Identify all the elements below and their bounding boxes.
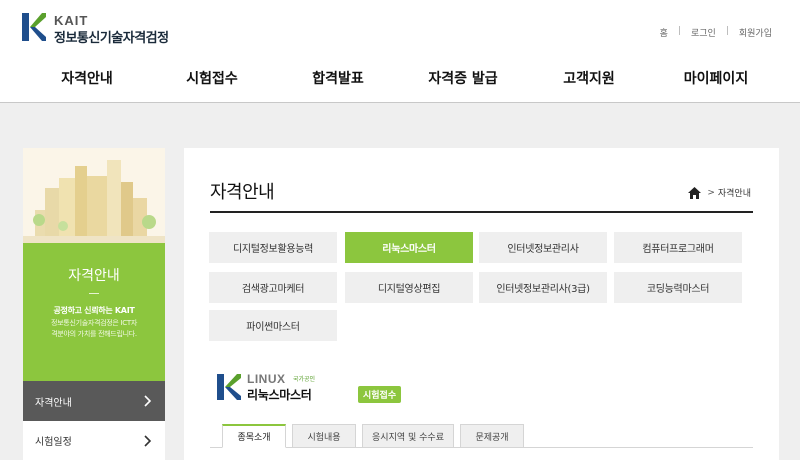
sidebar-item-label: 자격안내	[35, 397, 72, 409]
nav-customer-support[interactable]: 고객지원	[563, 68, 615, 88]
tab-exam-content[interactable]: 시험내용	[292, 424, 356, 448]
tab-region-fee[interactable]: 응시지역 및 수수료	[362, 424, 454, 448]
title-divider	[210, 211, 753, 213]
city-illustration	[23, 148, 165, 243]
logo-text-ko: 정보통신기술자격검정	[54, 31, 169, 46]
sidebar-divider	[89, 293, 99, 294]
util-home-link[interactable]: 홈	[660, 26, 668, 39]
product-name-en: LINUX	[247, 372, 286, 386]
qual-python-master[interactable]: 파이썬마스터	[209, 310, 337, 341]
qual-internet-info-3[interactable]: 인터넷정보관리사(3급)	[479, 272, 607, 303]
sidebar-item-qualification-info[interactable]: 자격안내	[23, 381, 165, 421]
breadcrumb-separator: >	[707, 187, 715, 198]
page-title: 자격안내	[210, 182, 275, 203]
sidebar-description: 정보통신기술자격검정은 ICT자격분야의 가치를 전해드립니다.	[51, 319, 137, 338]
linux-master-logo: LINUX 국가공인 리눅스마스터 시험접수	[217, 372, 407, 404]
tab-question-release[interactable]: 문제공개	[460, 424, 524, 448]
national-cert-tag: 국가공인	[293, 376, 316, 383]
kait-logo-icon	[22, 13, 46, 41]
nav-certificate-issue[interactable]: 자격증 발급	[428, 68, 497, 88]
qual-computer-programmer[interactable]: 컴퓨터프로그래머	[614, 232, 742, 263]
nav-my-page[interactable]: 마이페이지	[684, 68, 748, 88]
site-header: KAIT 정보통신기술자격검정 홈 | 로그인 | 회원가입 자격안내 시험접수…	[0, 0, 800, 103]
sidebar-slogan: 공정하고 신뢰하는 KAIT	[53, 306, 135, 315]
chevron-right-icon	[144, 395, 152, 407]
logo-text-en: KAIT	[54, 13, 89, 28]
qual-coding-master[interactable]: 코딩능력마스터	[614, 272, 742, 303]
content-tabs: 종목소개 시험내용 응시지역 및 수수료 문제공개	[222, 424, 762, 448]
util-signup-link[interactable]: 회원가입	[739, 26, 772, 39]
util-separator: |	[677, 26, 681, 36]
qual-search-ad-marketer[interactable]: 검색광고마케터	[209, 272, 337, 303]
product-name-ko: 리눅스마스터	[247, 388, 312, 402]
util-login-link[interactable]: 로그인	[691, 26, 716, 39]
sidebar: 자격안내 공정하고 신뢰하는 KAIT 정보통신기술자격검정은 ICT자격분야의…	[23, 148, 165, 460]
tab-overview[interactable]: 종목소개	[222, 424, 286, 448]
sidebar-title: 자격안내	[68, 268, 120, 284]
sidebar-item-label: 시험일정	[35, 437, 72, 448]
exam-registration-badge[interactable]: 시험접수	[358, 386, 402, 403]
nav-pass-announcement[interactable]: 합격발표	[312, 68, 364, 88]
linux-master-logo-icon	[217, 374, 241, 400]
main-nav: 자격안내 시험접수 합격발표 자격증 발급 고객지원 마이페이지	[0, 68, 800, 94]
qual-linux-master[interactable]: 리눅스마스터	[345, 232, 473, 263]
qual-internet-info[interactable]: 인터넷정보관리사	[479, 232, 607, 263]
kait-logo[interactable]: KAIT 정보통신기술자격검정	[22, 13, 182, 46]
util-separator: |	[725, 26, 729, 36]
city-buildings-image	[23, 148, 165, 243]
sidebar-item-exam-schedule[interactable]: 시험일정	[23, 421, 165, 460]
qual-digital-video[interactable]: 디지털영상편집	[345, 272, 473, 303]
home-icon[interactable]	[688, 186, 702, 199]
utility-nav: 홈 | 로그인 | 회원가입	[660, 26, 772, 39]
nav-qualification-info[interactable]: 자격안내	[61, 68, 113, 88]
qual-digital-info[interactable]: 디지털정보활용능력	[209, 232, 337, 263]
main-content: 자격안내 > 자격안내 디지털정보활용능력 리눅스마스터 인터넷정보관리사 컴퓨…	[184, 148, 779, 460]
nav-exam-registration[interactable]: 시험접수	[186, 68, 238, 88]
breadcrumb: > 자격안내	[688, 186, 751, 199]
sidebar-banner: 자격안내 공정하고 신뢰하는 KAIT 정보통신기술자격검정은 ICT자격분야의…	[23, 243, 165, 381]
chevron-right-icon	[144, 434, 152, 447]
breadcrumb-current: 자격안내	[717, 189, 751, 199]
